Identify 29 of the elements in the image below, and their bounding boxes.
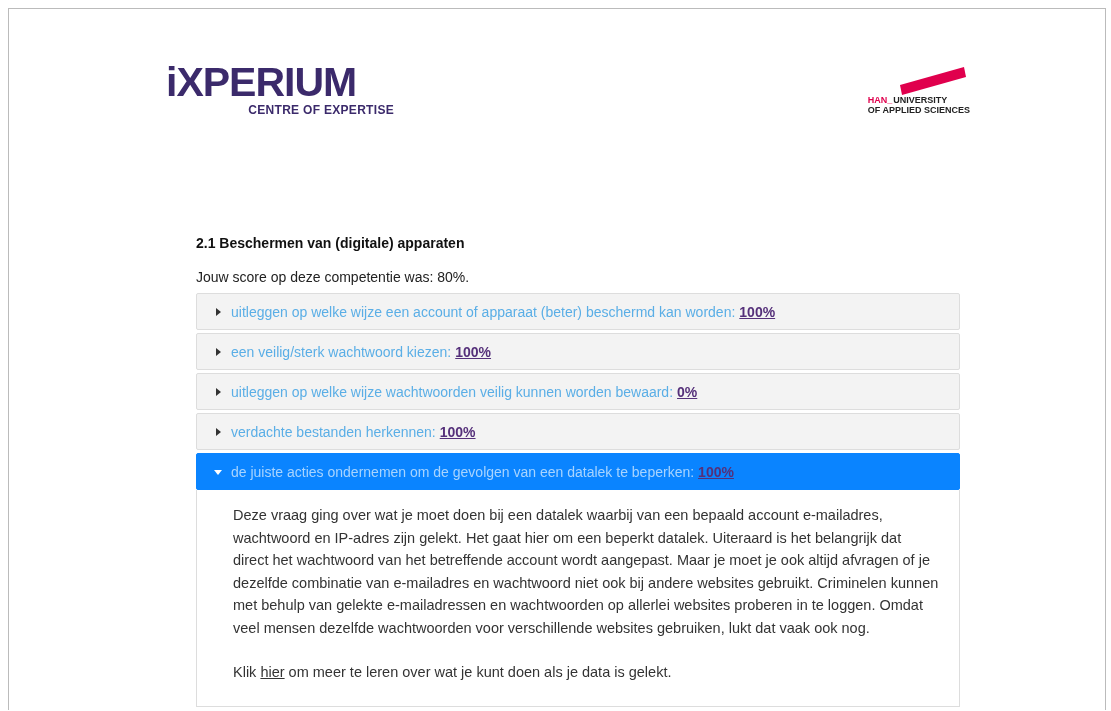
caret-icon xyxy=(214,427,222,436)
item-label: uitleggen op welke wijze wachtwoorden veilig kunnen worden bewaard: xyxy=(231,383,674,400)
item-label: een veilig/sterk wachtwoord kiezen: xyxy=(231,343,452,360)
item-label: de juiste acties ondernemen om de gevolgen van een datalek te beperken: xyxy=(231,463,695,480)
item-label: verdachte bestanden herkennen: xyxy=(231,423,436,440)
caret-icon xyxy=(214,307,222,316)
logo-tagline: CENTRE OF EXPERTISE xyxy=(248,103,394,117)
accordion-header[interactable]: uitleggen op welke wijze wachtwoorden veilig kunnen worden bewaard: 0% xyxy=(196,373,960,410)
score-link[interactable]: 100% xyxy=(455,343,492,360)
explanation-text: Deze vraag ging over wat je moet doen bij een datalek waarbij van een bepaald account e-mailadres, wachtwoord en IP-adres zijn gelekt. Het gaat hier om een beperkt datalek. Uiteraard is het belangrijk dat direct het wachtwoord van het betreffende account wordt aangepast. Maar je moet je ook altijd afvragen of je dezelfde combinatie van e-mailadres en wachtwoord niet ook bij andere websites gebruikt. Criminelen kunnen met behulp van gelekte e-mailadressen en wachtwoorden op allerlei websites proberen in te loggen. Omdat veel mensen dezelfde wachtwoorden voor verschillende websites gebruiken, lukt dat vaak ook nog. xyxy=(233,506,939,638)
caret-icon xyxy=(214,467,222,476)
accordion-header[interactable]: een veilig/sterk wachtwoord kiezen: 100% xyxy=(196,333,960,370)
caret-icon xyxy=(214,387,222,396)
logo-bar-icon xyxy=(898,65,968,95)
score-link[interactable]: 100% xyxy=(739,303,776,320)
caret-icon xyxy=(214,347,222,356)
score-link[interactable]: 0% xyxy=(677,383,698,400)
item-label: uitleggen op welke wijze een account of apparaat (beter) beschermd kan worden: xyxy=(231,303,736,320)
score-link[interactable]: 100% xyxy=(439,423,476,440)
logo-prefix: HAN_ xyxy=(867,95,893,105)
logo-text: UNIVERSITY xyxy=(893,95,948,105)
accordion-header[interactable]: uitleggen op welke wijze een account of apparaat (beter) beschermd kan worden: 100% xyxy=(196,293,960,330)
logo-wordmark: iXPERIUM xyxy=(166,61,357,103)
more-info-link[interactable]: hier xyxy=(260,664,285,680)
more-info-text: Klik hier om meer te leren over wat je kunt doen als je data is gelekt. xyxy=(233,663,673,682)
section-title: 2.1 Beschermen van (digitale) apparaten xyxy=(196,235,466,251)
score-text: Jouw score op deze competentie was: 80%. xyxy=(196,269,471,285)
logo-text: OF APPLIED SCIENCES xyxy=(867,105,970,115)
accordion-header[interactable]: verdachte bestanden herkennen: 100% xyxy=(196,413,960,450)
